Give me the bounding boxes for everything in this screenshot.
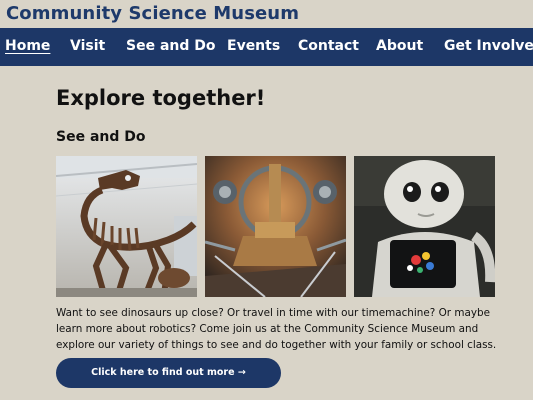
dinosaur-skeleton-photo [56, 156, 197, 297]
description-text: Want to see dinosaurs up close? Or trave… [56, 307, 497, 351]
page: Community Science Museum Home Visit See … [0, 0, 533, 400]
find-out-more-button[interactable]: Click here to find out more → [56, 358, 281, 388]
robot-photo [354, 156, 495, 297]
main-navigation: Home Visit See and Do Events Contact Abo… [0, 28, 533, 66]
nav-item-get-involved[interactable]: Get Involved [444, 38, 533, 54]
nav-item-events[interactable]: Events [227, 38, 280, 54]
nav-item-home[interactable]: Home [5, 38, 50, 54]
page-heading: Explore together! [56, 86, 266, 110]
nav-item-contact[interactable]: Contact [298, 38, 359, 54]
section-heading: See and Do [56, 129, 146, 145]
nav-item-visit[interactable]: Visit [70, 38, 105, 54]
arrow-right-icon: → [237, 367, 246, 378]
site-title[interactable]: Community Science Museum [6, 3, 299, 24]
timemachine-interior-photo [205, 156, 346, 297]
nav-item-about[interactable]: About [376, 38, 423, 54]
nav-item-see-and-do[interactable]: See and Do [126, 38, 216, 54]
find-out-more-label: Click here to find out more [91, 367, 235, 378]
